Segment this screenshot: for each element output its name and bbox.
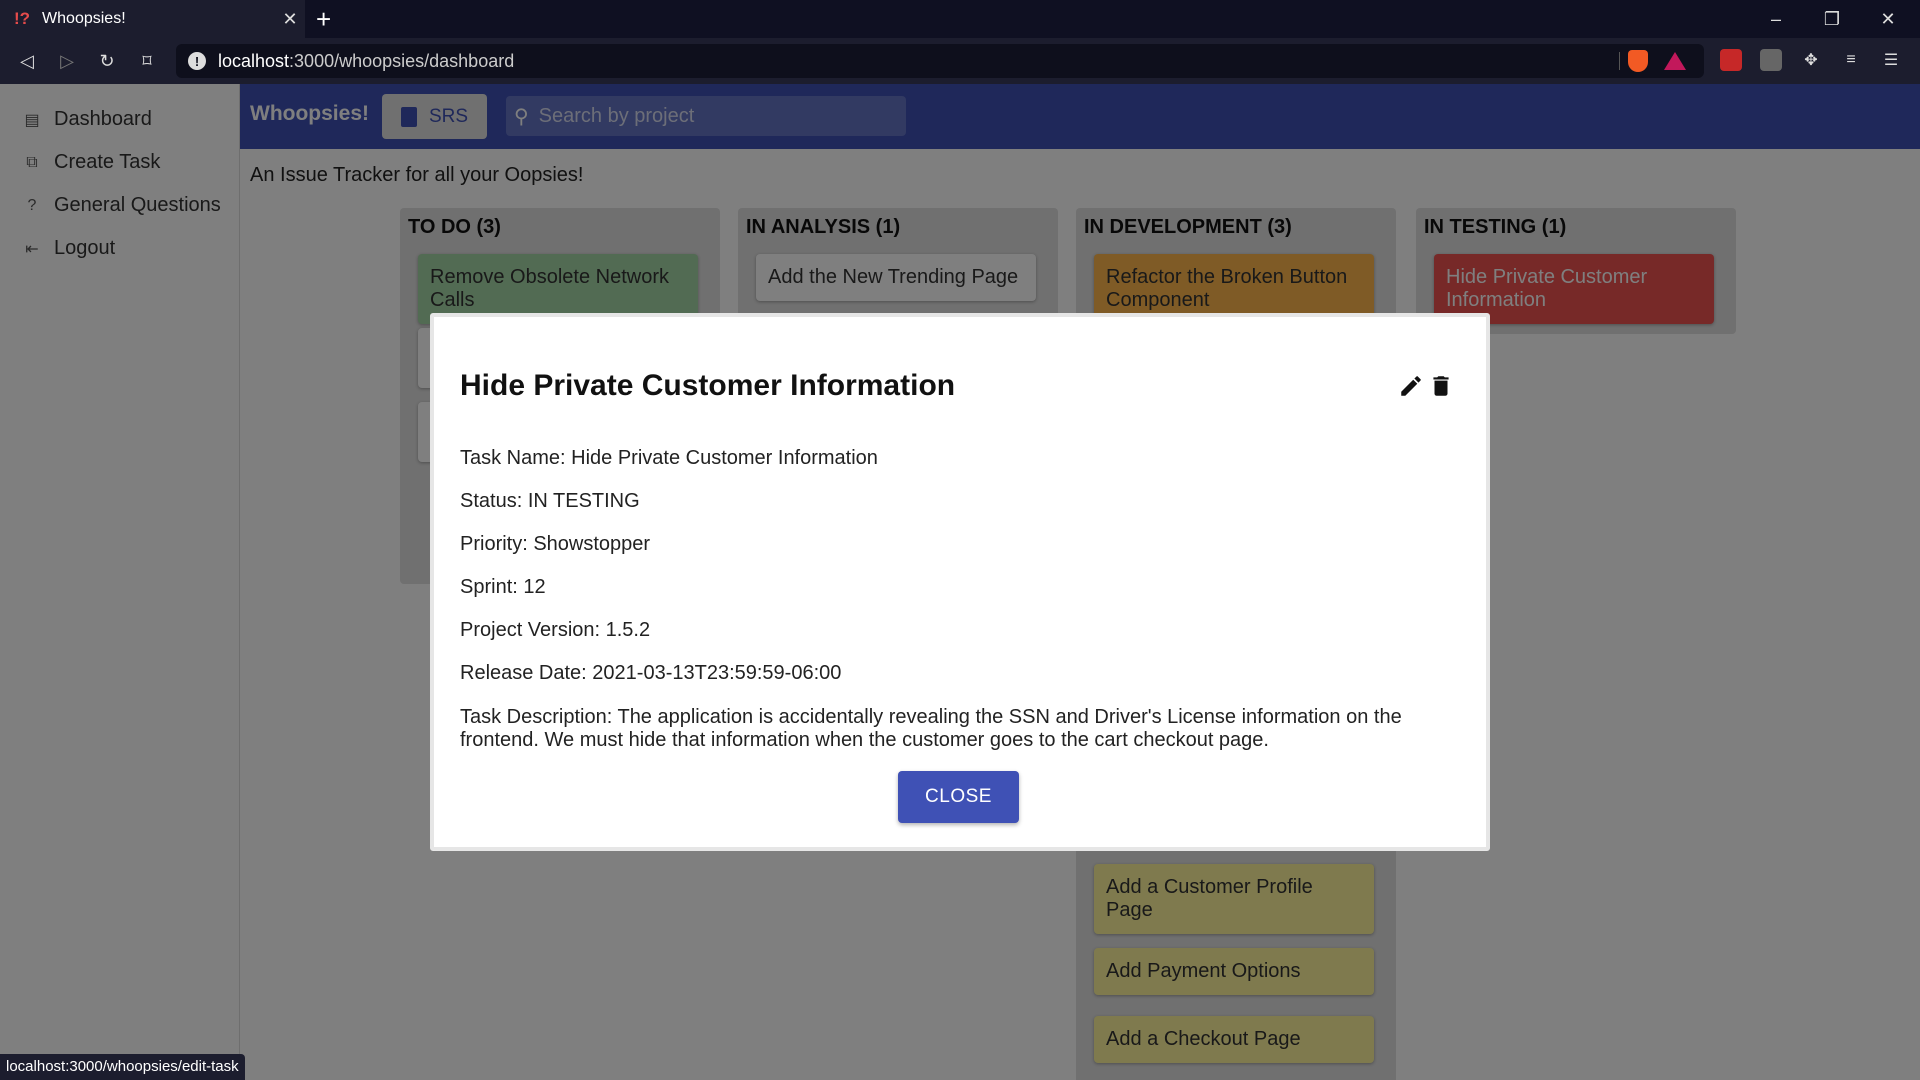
status-bar-url: localhost:3000/whoopsies/edit-task <box>0 1054 245 1080</box>
url-path: :3000/whoopsies/dashboard <box>289 50 515 71</box>
restore-icon[interactable]: ❐ <box>1804 0 1860 38</box>
window-close-icon[interactable]: ✕ <box>1860 0 1916 38</box>
brave-shield-icon[interactable] <box>1628 50 1648 72</box>
menu-icon[interactable]: ☰ <box>1880 49 1902 71</box>
tab-title: Whoopsies! <box>42 10 126 27</box>
back-icon[interactable]: ◁ <box>12 46 42 76</box>
extension-icon[interactable] <box>1720 49 1742 71</box>
new-tab-icon[interactable]: + <box>316 4 331 34</box>
task-details-modal: Hide Private Customer Information Task N… <box>430 313 1490 851</box>
sprint-field: Sprint: 12 <box>460 576 546 598</box>
close-button[interactable]: CLOSE <box>898 771 1019 823</box>
bookmark-icon[interactable]: ⌑ <box>132 46 162 76</box>
url-host: localhost <box>218 50 290 71</box>
forward-icon[interactable]: ▷ <box>52 46 82 76</box>
task-description: Task Description: The application is acc… <box>460 706 1402 751</box>
extension-icon[interactable] <box>1760 49 1782 71</box>
release-date-field: Release Date: 2021-03-13T23:59:59-06:00 <box>460 662 842 684</box>
task-name-field: Task Name: Hide Private Customer Informa… <box>460 447 878 469</box>
close-tab-icon[interactable]: ✕ <box>275 9 305 30</box>
url-separator <box>1619 52 1620 70</box>
modal-title: Hide Private Customer Information <box>460 369 956 402</box>
media-queue-icon[interactable]: ≡ <box>1840 49 1862 71</box>
browser-toolbar: ◁ ▷ ↻ ⌑ ! localhost :3000/whoopsies/dash… <box>0 38 1920 84</box>
brave-rewards-icon[interactable] <box>1664 52 1686 70</box>
minimize-icon[interactable]: – <box>1748 0 1804 38</box>
edit-icon[interactable] <box>1398 371 1424 401</box>
priority-field: Priority: Showstopper <box>460 533 651 555</box>
delete-icon[interactable] <box>1428 371 1454 401</box>
browser-tab[interactable]: !? Whoopsies! ✕ <box>0 0 305 38</box>
reload-icon[interactable]: ↻ <box>92 46 122 76</box>
project-version-field: Project Version: 1.5.2 <box>460 619 651 641</box>
address-bar[interactable]: ! localhost :3000/whoopsies/dashboard <box>176 44 1704 78</box>
browser-tab-bar: !? Whoopsies! ✕ + – ❐ ✕ <box>0 0 1920 38</box>
app-favicon-icon: !? <box>14 9 31 28</box>
site-info-icon[interactable]: ! <box>188 52 206 70</box>
status-field: Status: IN TESTING <box>460 490 640 512</box>
extensions-puzzle-icon[interactable]: ✥ <box>1800 49 1822 71</box>
